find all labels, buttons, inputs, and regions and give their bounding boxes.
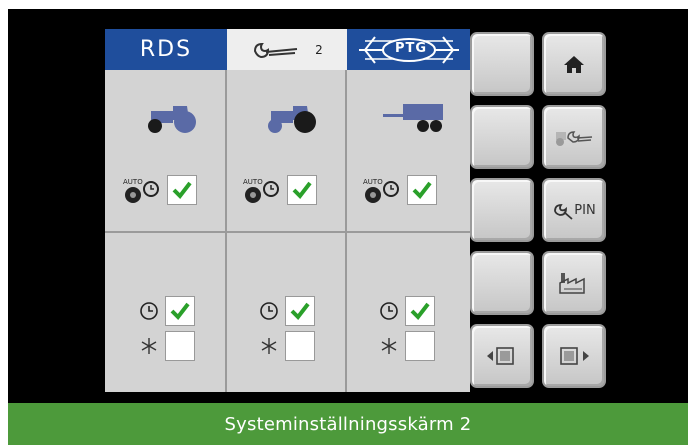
auto-timer-icon: AUTO	[123, 178, 159, 203]
snowflake-checkbox[interactable]	[165, 331, 195, 361]
snowflake-checkbox[interactable]	[285, 331, 315, 361]
column-2-vehicle-cell: AUTO	[227, 70, 347, 233]
snowflake-icon	[141, 338, 157, 354]
caption-text: Systeminställningsskärm 2	[224, 413, 472, 435]
auto-checkbox[interactable]	[287, 175, 317, 205]
auto-checkbox[interactable]	[167, 175, 197, 205]
clock-icon	[380, 302, 398, 320]
tractor-wrench-icon	[556, 131, 593, 146]
factory-icon	[559, 273, 585, 294]
wrench-icon	[254, 42, 298, 58]
arrow-left-screen-icon	[487, 347, 514, 365]
checkmark-icon	[172, 181, 192, 200]
checkmark-icon	[290, 302, 310, 321]
display-screen: RDS 2 PTG AUTO AUTO AUTO PIN	[8, 9, 688, 403]
wrench-tab-number: 2	[315, 42, 323, 57]
column-1-vehicle-cell: AUTO	[105, 70, 227, 233]
svg-text:AUTO: AUTO	[363, 178, 383, 186]
clock-icon	[140, 302, 158, 320]
rds-label: RDS	[139, 37, 193, 62]
pin-label: PIN	[574, 202, 596, 218]
home-button[interactable]	[542, 32, 606, 96]
clock-icon	[260, 302, 278, 320]
svg-text:AUTO: AUTO	[243, 178, 263, 186]
snowflake-checkbox[interactable]	[405, 331, 435, 361]
settings-panel: RDS 2 PTG AUTO AUTO AUTO	[105, 29, 470, 392]
auto-timer-icon: AUTO	[243, 178, 279, 203]
tractor-large-rear-wheel-icon	[148, 106, 196, 133]
column-3-vehicle-cell: AUTO	[347, 70, 470, 233]
tab-wrench-2[interactable]: 2	[227, 29, 347, 70]
previous-page-button[interactable]	[470, 324, 534, 388]
checkmark-icon	[292, 181, 312, 200]
snowflake-icon	[381, 338, 397, 354]
tab-rds[interactable]: RDS	[105, 29, 227, 70]
svg-text:AUTO: AUTO	[123, 178, 143, 186]
figure-caption: Systeminställningsskärm 2	[8, 403, 688, 445]
tractor-settings-button[interactable]	[542, 105, 606, 169]
auto-checkbox[interactable]	[407, 175, 437, 205]
clock-checkbox[interactable]	[165, 296, 195, 326]
clock-checkbox[interactable]	[405, 296, 435, 326]
auto-timer-icon: AUTO	[363, 178, 399, 203]
blank-softkey-1[interactable]	[470, 32, 534, 96]
blank-softkey-4[interactable]	[470, 251, 534, 315]
column-1-schedule-cell	[105, 233, 227, 392]
pin-button[interactable]: PIN	[542, 178, 606, 242]
checkmark-icon	[412, 181, 432, 200]
ptg-label: PTG	[395, 41, 428, 56]
column-2-schedule-cell	[227, 233, 347, 392]
snowflake-icon	[261, 338, 277, 354]
factory-button[interactable]	[542, 251, 606, 315]
trailer-icon	[383, 104, 443, 132]
tab-ptg[interactable]: PTG	[347, 29, 470, 70]
checkmark-icon	[170, 302, 190, 321]
blank-softkey-3[interactable]	[470, 178, 534, 242]
home-icon	[564, 56, 584, 73]
screen-arrow-right-icon	[560, 347, 589, 365]
clock-checkbox[interactable]	[285, 296, 315, 326]
blank-softkey-2[interactable]	[470, 105, 534, 169]
column-3-schedule-cell	[347, 233, 470, 392]
next-page-button[interactable]	[542, 324, 606, 388]
tractor-dark-rear-wheel-icon	[268, 106, 316, 133]
wrench-pin-icon	[554, 204, 573, 220]
checkmark-icon	[410, 302, 430, 321]
